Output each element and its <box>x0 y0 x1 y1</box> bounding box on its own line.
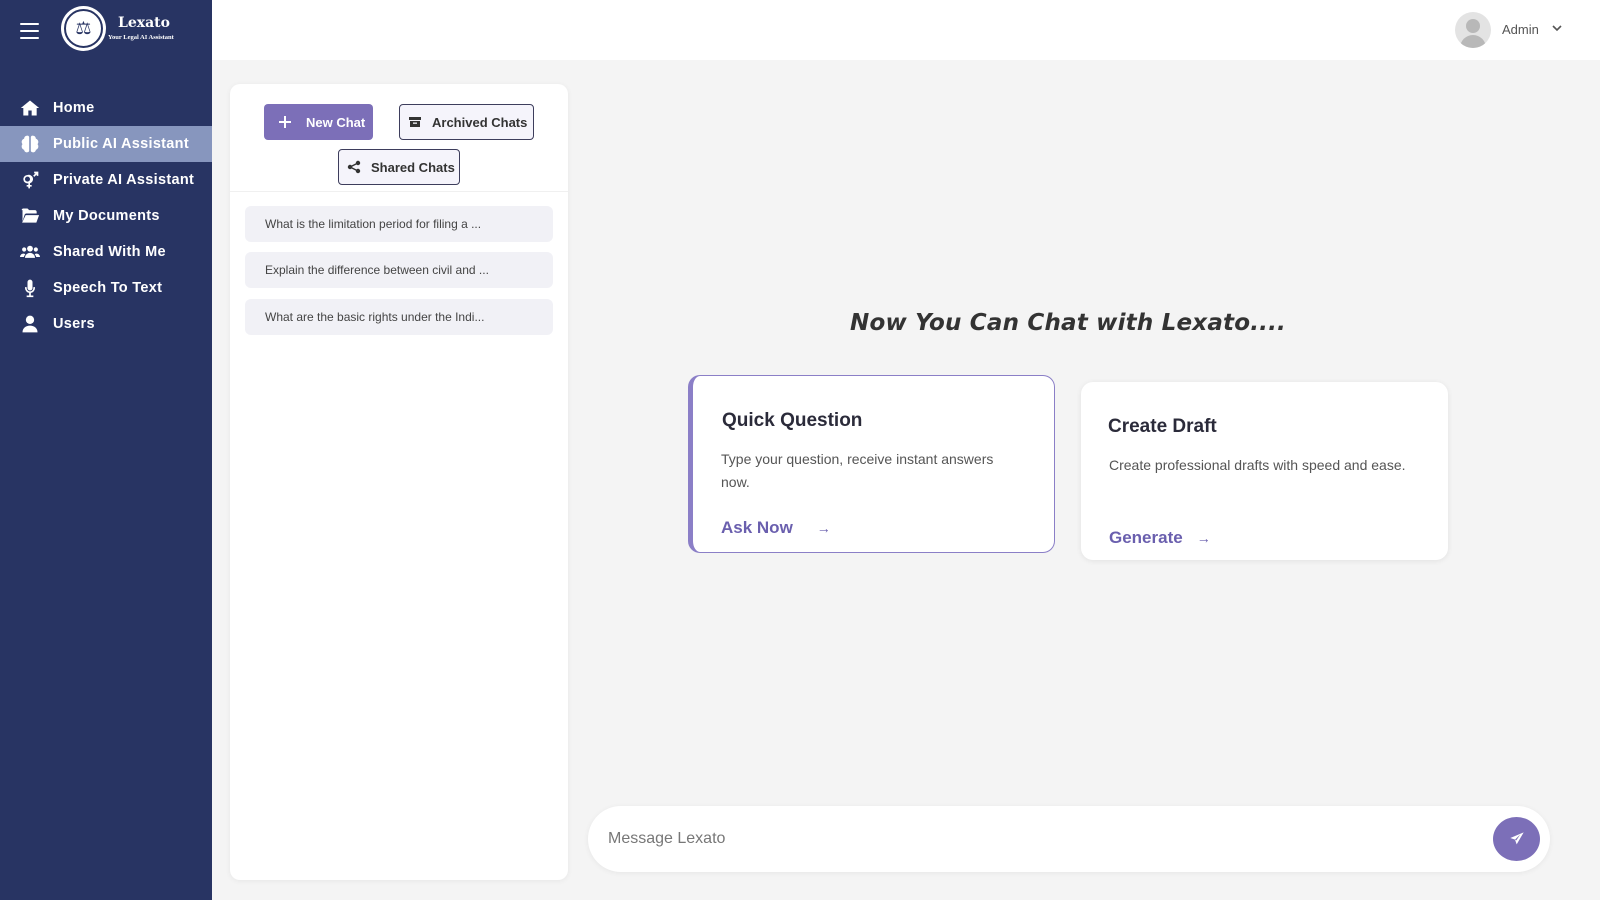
avatar[interactable] <box>1455 12 1491 48</box>
shared-chats-button[interactable]: Shared Chats <box>338 149 460 185</box>
sidebar-item-label: Home <box>53 100 95 116</box>
sidebar-item-users[interactable]: Users <box>0 306 212 342</box>
create-draft-card[interactable]: Create Draft Create professional drafts … <box>1081 382 1448 560</box>
sidebar-item-label: My Documents <box>53 208 160 224</box>
sidebar-item-label: Users <box>53 316 95 332</box>
ask-now-link[interactable]: Ask Now → <box>721 518 831 538</box>
sidebar: ⚖ Lexato Your Legal AI Assistant Home Pu… <box>0 0 212 900</box>
generate-link[interactable]: Generate → <box>1109 528 1211 548</box>
brand-tagline: Your Legal AI Assistant <box>108 34 174 41</box>
shared-chats-label: Shared Chats <box>371 159 455 175</box>
chat-panel-actions: New Chat Archived Chats Shared Chats <box>230 84 568 192</box>
brain-icon <box>20 134 40 154</box>
chat-list-panel: New Chat Archived Chats Shared Chats Wha… <box>230 84 568 880</box>
brand-name: Lexato <box>118 15 170 31</box>
chat-history-item[interactable]: Explain the difference between civil and… <box>245 252 553 288</box>
chat-history-item[interactable]: What is the limitation period for filing… <box>245 206 553 242</box>
archive-icon <box>408 115 422 129</box>
send-button[interactable] <box>1493 817 1540 861</box>
users-icon <box>20 242 40 262</box>
message-input[interactable] <box>608 822 1468 856</box>
user-icon <box>20 314 40 334</box>
folder-open-icon <box>20 206 40 226</box>
plus-icon <box>278 115 292 129</box>
logo-seal: ⚖ <box>61 6 106 51</box>
menu-icon[interactable] <box>20 23 39 39</box>
chevron-down-icon[interactable] <box>1551 22 1563 34</box>
card-link-label: Ask Now <box>721 518 793 537</box>
sidebar-item-private-ai-assistant[interactable]: Private AI Assistant <box>0 162 212 198</box>
microphone-icon <box>20 278 40 298</box>
send-icon <box>1509 832 1524 845</box>
sidebar-item-label: Private AI Assistant <box>53 172 195 188</box>
card-description: Create professional drafts with speed an… <box>1109 457 1406 473</box>
user-name[interactable]: Admin <box>1502 22 1539 37</box>
chat-history-item[interactable]: What are the basic rights under the Indi… <box>245 299 553 335</box>
sidebar-item-label: Shared With Me <box>53 244 166 260</box>
new-chat-label: New Chat <box>306 114 366 130</box>
sidebar-item-my-documents[interactable]: My Documents <box>0 198 212 234</box>
sidebar-item-shared-with-me[interactable]: Shared With Me <box>0 234 212 270</box>
archived-chats-button[interactable]: Archived Chats <box>399 104 534 140</box>
arrow-right-icon: → <box>816 520 831 536</box>
card-link-label: Generate <box>1109 528 1183 547</box>
quick-question-card[interactable]: Quick Question Type your question, recei… <box>688 375 1055 553</box>
share-icon <box>347 160 361 174</box>
new-chat-button[interactable]: New Chat <box>264 104 373 140</box>
top-bar <box>212 0 1600 60</box>
sidebar-item-speech-to-text[interactable]: Speech To Text <box>0 270 212 306</box>
sidebar-item-home[interactable]: Home <box>0 90 212 126</box>
card-title: Create Draft <box>1108 416 1217 437</box>
home-icon <box>20 98 40 118</box>
sidebar-item-public-ai-assistant[interactable]: Public AI Assistant <box>0 126 212 162</box>
welcome-headline: Now You Can Chat with Lexato.... <box>850 310 1286 336</box>
gender-icon <box>20 170 40 190</box>
sidebar-nav: Home Public AI Assistant Private AI Assi… <box>0 90 212 342</box>
card-title: Quick Question <box>722 410 863 431</box>
arrow-right-icon: → <box>1196 530 1211 546</box>
card-description: Type your question, receive instant answ… <box>721 451 994 490</box>
message-composer <box>588 806 1550 872</box>
sidebar-item-label: Speech To Text <box>53 280 163 296</box>
sidebar-item-label: Public AI Assistant <box>53 136 189 152</box>
archived-chats-label: Archived Chats <box>432 114 528 130</box>
